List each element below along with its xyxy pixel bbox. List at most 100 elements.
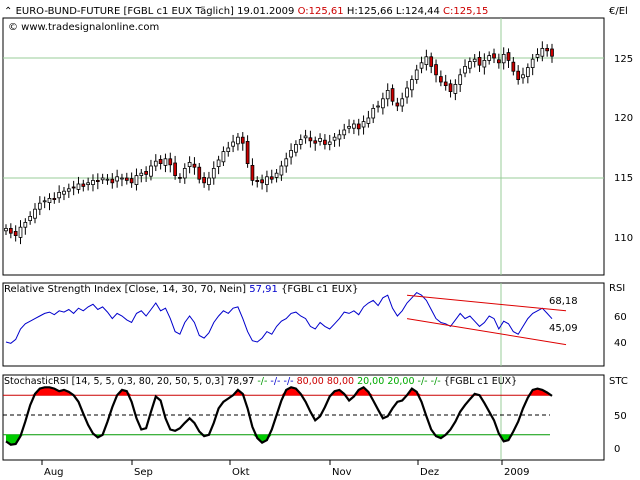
rsi-tick-60: 60 [614,312,627,323]
candle-body [187,161,192,167]
candle-body [303,135,308,139]
candle-body [535,54,540,58]
website-label: © www.tradesignalonline.com [8,22,159,33]
candle-body [28,215,33,221]
candle-body [33,208,37,219]
candle-body [284,158,289,167]
candle-body [506,52,511,61]
candle-body [361,121,366,128]
candle-body [318,137,322,142]
rsi-value: 57,91 [249,284,278,295]
candle-body [168,158,173,166]
candle-body [323,139,327,145]
candle-body [100,177,105,181]
instrument-name: EURO-BUND-FUTURE [16,6,121,17]
candle-body [207,177,211,185]
candle-body [18,226,23,238]
candle-body [289,149,293,158]
candle-body [197,166,202,180]
candle-body [356,123,361,130]
candle-body [47,197,52,203]
candle-body [221,151,226,163]
candle-body [525,67,530,77]
candle-body [279,165,284,176]
candle-body [4,227,8,232]
candle-body [265,176,269,186]
candle-body [153,160,158,167]
rsi-short-label: RSI [609,283,625,294]
chart-window: ⌃ EURO-BUND-FUTURE [FGBL c1 EUX Täglich]… [0,0,640,480]
candle-body [158,158,163,164]
candle-body [385,90,390,100]
stoch-20a: 20,00 [357,376,384,387]
candle-body [8,227,13,234]
candle-body [202,176,206,184]
candle-body [443,81,448,86]
price-panel-frame [2,17,605,276]
candle-body [124,177,129,181]
x-label-aug: Aug [44,467,64,478]
candle-body [429,56,434,67]
candle-body [192,163,197,168]
candle-body [468,61,472,69]
stoch-source: {FGBL c1 EUX} [444,376,518,387]
rsi-lower-channel-label: 45,09 [549,323,578,334]
candle-body [511,61,516,72]
candle-body [105,178,110,181]
stoch-seg4: -/- [418,376,428,387]
price-indicator-icon: ⌃ [4,6,12,17]
candle-body [453,84,458,94]
price-tick-115: 115 [614,173,633,184]
candle-body [463,66,467,74]
candle-body [347,126,351,129]
candle-body [434,64,438,76]
candle-body [86,182,90,186]
rsi-title: Relative Strength Index [Close, 14, 30, … [4,284,246,295]
stoch-80a: 80,00 [297,376,324,387]
candle-body [211,167,216,179]
stoch-seg2: -/- [270,376,280,387]
close-value: C:125,15 [443,6,488,17]
candle-body [458,74,463,85]
candle-body [308,137,313,142]
stoch-tick-0: 0 [614,444,620,455]
stoch-20b: 20,00 [387,376,414,387]
candle-body [516,70,521,80]
price-tick-120: 120 [614,113,633,124]
candle-body [419,62,424,69]
rsi-panel-frame [2,282,605,367]
high-value: H:125,66 [347,6,393,17]
stoch-seg1: -/- [257,376,267,387]
candle-body [81,183,86,187]
candle-body [240,136,245,144]
candle-body [57,191,62,199]
contract-code: [FGBL c1 EUX [124,6,193,17]
stoch-tick-50: 50 [614,411,627,422]
unit-label: €/El [609,6,628,17]
period-label: Täglich] [194,6,234,17]
candle-body [91,179,95,185]
candle-body [129,178,134,184]
candle-body [410,79,414,91]
x-label-2009: 2009 [504,467,529,478]
candle-body [66,188,71,192]
candle-body [110,178,115,184]
candle-body [255,179,260,182]
candle-body [298,139,303,145]
candle-body [95,179,100,182]
rsi-tick-40: 40 [614,338,627,349]
stoch-title: StochasticRSI [14, 5, 5, 0,3, 80, 20, 50… [4,376,224,387]
candle-body [294,143,298,153]
candle-body [182,167,187,179]
candle-body [149,165,153,177]
candle-body [482,60,487,68]
candle-body [477,57,482,66]
stoch-header: StochasticRSI [14, 5, 5, 0,3, 80, 20, 50… [4,376,517,387]
candle-body [144,170,148,175]
candle-body [400,98,405,107]
x-label-nov: Nov [332,467,352,478]
stoch-panel-frame [2,374,605,461]
x-label-sep: Sep [134,467,153,478]
candle-body [236,136,240,145]
stoch-value: 78,97 [227,376,254,387]
